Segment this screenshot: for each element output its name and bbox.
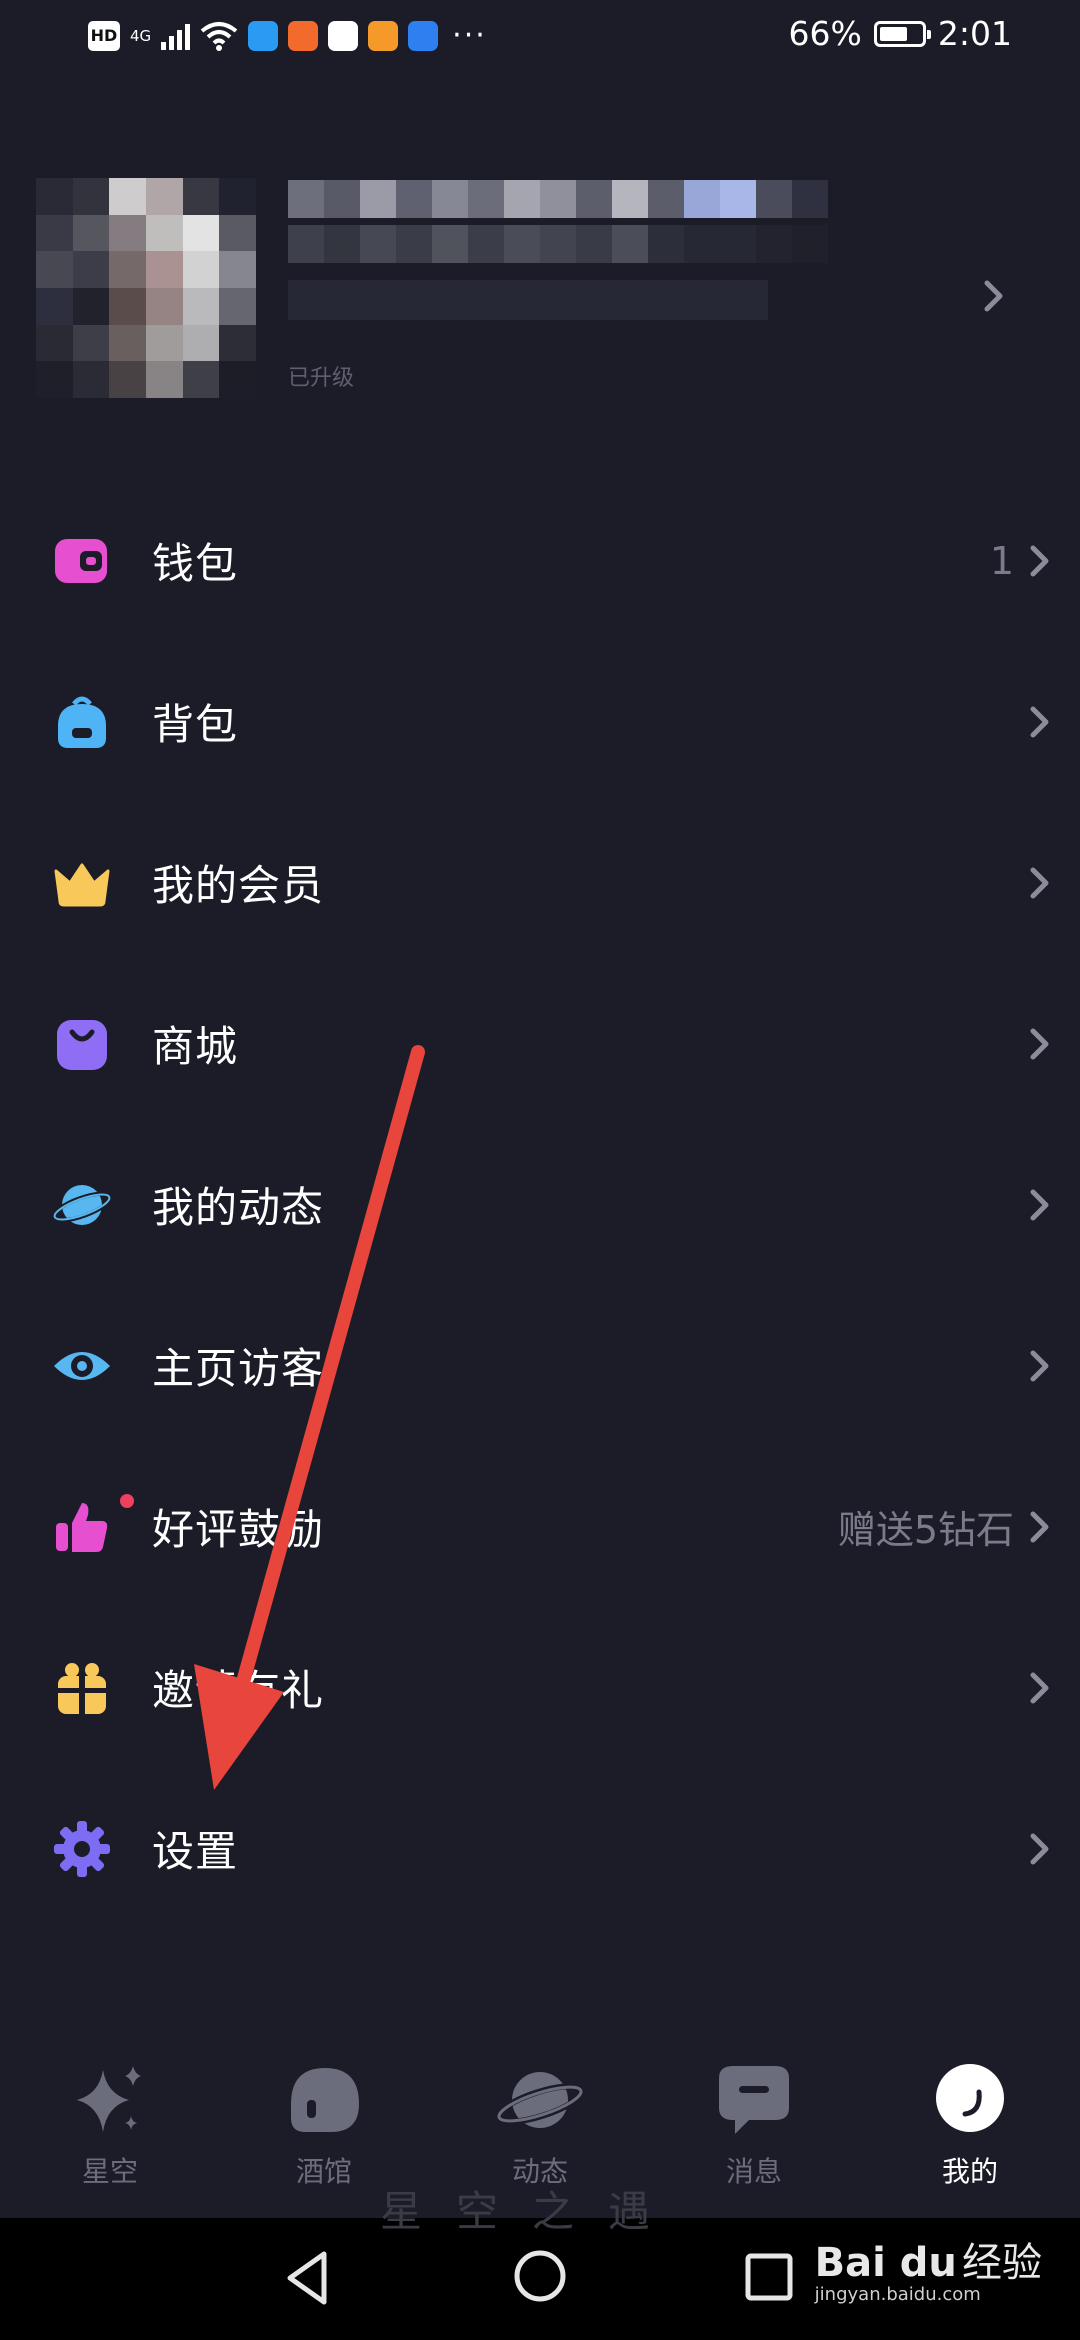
wallet-icon	[55, 538, 107, 583]
planet-icon	[52, 1184, 112, 1225]
avatar[interactable]	[36, 178, 256, 398]
status-right: 66% 2:01	[789, 14, 1012, 53]
profile-header[interactable]: 已升级	[30, 170, 1030, 430]
battery-icon	[873, 20, 931, 47]
chevron-right-icon	[984, 280, 1003, 312]
play-app-icon	[368, 20, 399, 51]
status-left: HD 4G ···	[88, 18, 487, 53]
tavern-icon	[291, 2068, 359, 2132]
menu-item-label: 我的会员	[152, 861, 325, 910]
sparkle-icon	[77, 2066, 141, 2132]
notification-dot	[120, 1494, 134, 1508]
more-notifications-icon: ···	[452, 18, 487, 53]
chevron-right-icon	[1030, 1833, 1049, 1864]
gift-icon	[58, 1662, 106, 1714]
chevron-right-icon	[1030, 545, 1049, 576]
chevron-right-icon	[1030, 1511, 1049, 1542]
chevron-right-icon	[1030, 1672, 1049, 1703]
tab-me[interactable]: 我的	[890, 2060, 1050, 2190]
tab-messages[interactable]: 消息	[674, 2060, 834, 2190]
chevron-right-icon	[1030, 1350, 1049, 1381]
wallet-count: 1	[989, 538, 1014, 583]
wifi-icon	[200, 21, 238, 51]
menu-item-membership[interactable]: 我的会员	[0, 802, 1080, 963]
tab-tavern[interactable]: 酒馆	[244, 2060, 404, 2190]
menu-item-visitors[interactable]: 主页访客	[0, 1285, 1080, 1446]
app-grid-icon	[288, 20, 319, 51]
baidu-watermark: Bai du 经验 jingyan.baidu.com	[815, 2230, 1042, 2305]
battery-percent: 66%	[788, 14, 862, 53]
menu-item-label: 钱包	[152, 539, 239, 588]
menu-item-rate-app[interactable]: 好评鼓励 赠送5钻石	[0, 1446, 1080, 1607]
shopping-bag-icon	[57, 1019, 107, 1070]
menu-item-wallet[interactable]: 钱包 1	[0, 480, 1080, 641]
menu-item-label: 背包	[152, 700, 239, 749]
tab-label: 我的	[941, 2155, 998, 2188]
status-bar: HD 4G ··· 66% 2:01	[0, 0, 1080, 80]
tab-label: 消息	[725, 2155, 782, 2188]
menu-item-backpack[interactable]: 背包	[0, 641, 1080, 802]
chevron-right-icon	[1030, 1189, 1049, 1220]
hand-app-icon	[328, 20, 359, 51]
menu-item-my-posts[interactable]: 我的动态	[0, 1124, 1080, 1285]
menu-item-label: 邀请有礼	[152, 1666, 325, 1715]
hd-badge: HD	[88, 20, 120, 51]
back-icon[interactable]	[282, 2248, 332, 2308]
thumbs-up-icon	[56, 1502, 108, 1552]
menu-item-mall[interactable]: 商城	[0, 963, 1080, 1124]
profile-icon	[936, 2064, 1004, 2132]
crown-icon	[54, 863, 110, 906]
tab-starry-sky[interactable]: 星空	[30, 2060, 190, 2190]
menu-item-label: 我的动态	[152, 1183, 325, 1232]
message-icon	[719, 2066, 789, 2134]
reward-hint: 赠送5钻石	[837, 1508, 1014, 1552]
network-type: 4G	[130, 26, 152, 45]
clock: 2:01	[937, 14, 1012, 53]
backpack-icon	[58, 696, 106, 748]
system-navigation-bar: 星空之遇 Bai du 经验 jingyan.baidu.com	[0, 2187, 1080, 2340]
baidu-logo: Bai du	[814, 2240, 957, 2286]
profile-subtitle-blurred	[288, 280, 768, 320]
tab-feed[interactable]: 动态	[460, 2060, 620, 2190]
menu-item-settings[interactable]: 设置	[0, 1768, 1080, 1929]
app-watermark: 星空之遇	[380, 2187, 685, 2236]
menu-item-label: 商城	[152, 1022, 239, 1071]
search-app-icon	[248, 20, 279, 51]
baidu-jingyan: 经验	[962, 2240, 1042, 2286]
eye-icon	[54, 1351, 110, 1380]
recent-apps-icon[interactable]	[744, 2252, 794, 2302]
menu-item-label: 好评鼓励	[152, 1505, 325, 1554]
menu-item-label: 设置	[152, 1827, 239, 1876]
chevron-right-icon	[1030, 706, 1049, 737]
signal-icon	[161, 22, 191, 50]
gear-icon	[54, 1820, 110, 1877]
chevron-right-icon	[1030, 867, 1049, 898]
username-blurred	[288, 180, 828, 270]
bulb-app-icon	[408, 20, 439, 51]
home-icon[interactable]	[512, 2248, 568, 2304]
menu-item-invite[interactable]: 邀请有礼	[0, 1607, 1080, 1768]
tab-label: 星空	[81, 2155, 138, 2188]
menu-item-label: 主页访客	[152, 1344, 325, 1393]
planet-icon	[494, 2072, 586, 2128]
profile-level: 已升级	[288, 366, 355, 391]
chevron-right-icon	[1030, 1028, 1049, 1059]
